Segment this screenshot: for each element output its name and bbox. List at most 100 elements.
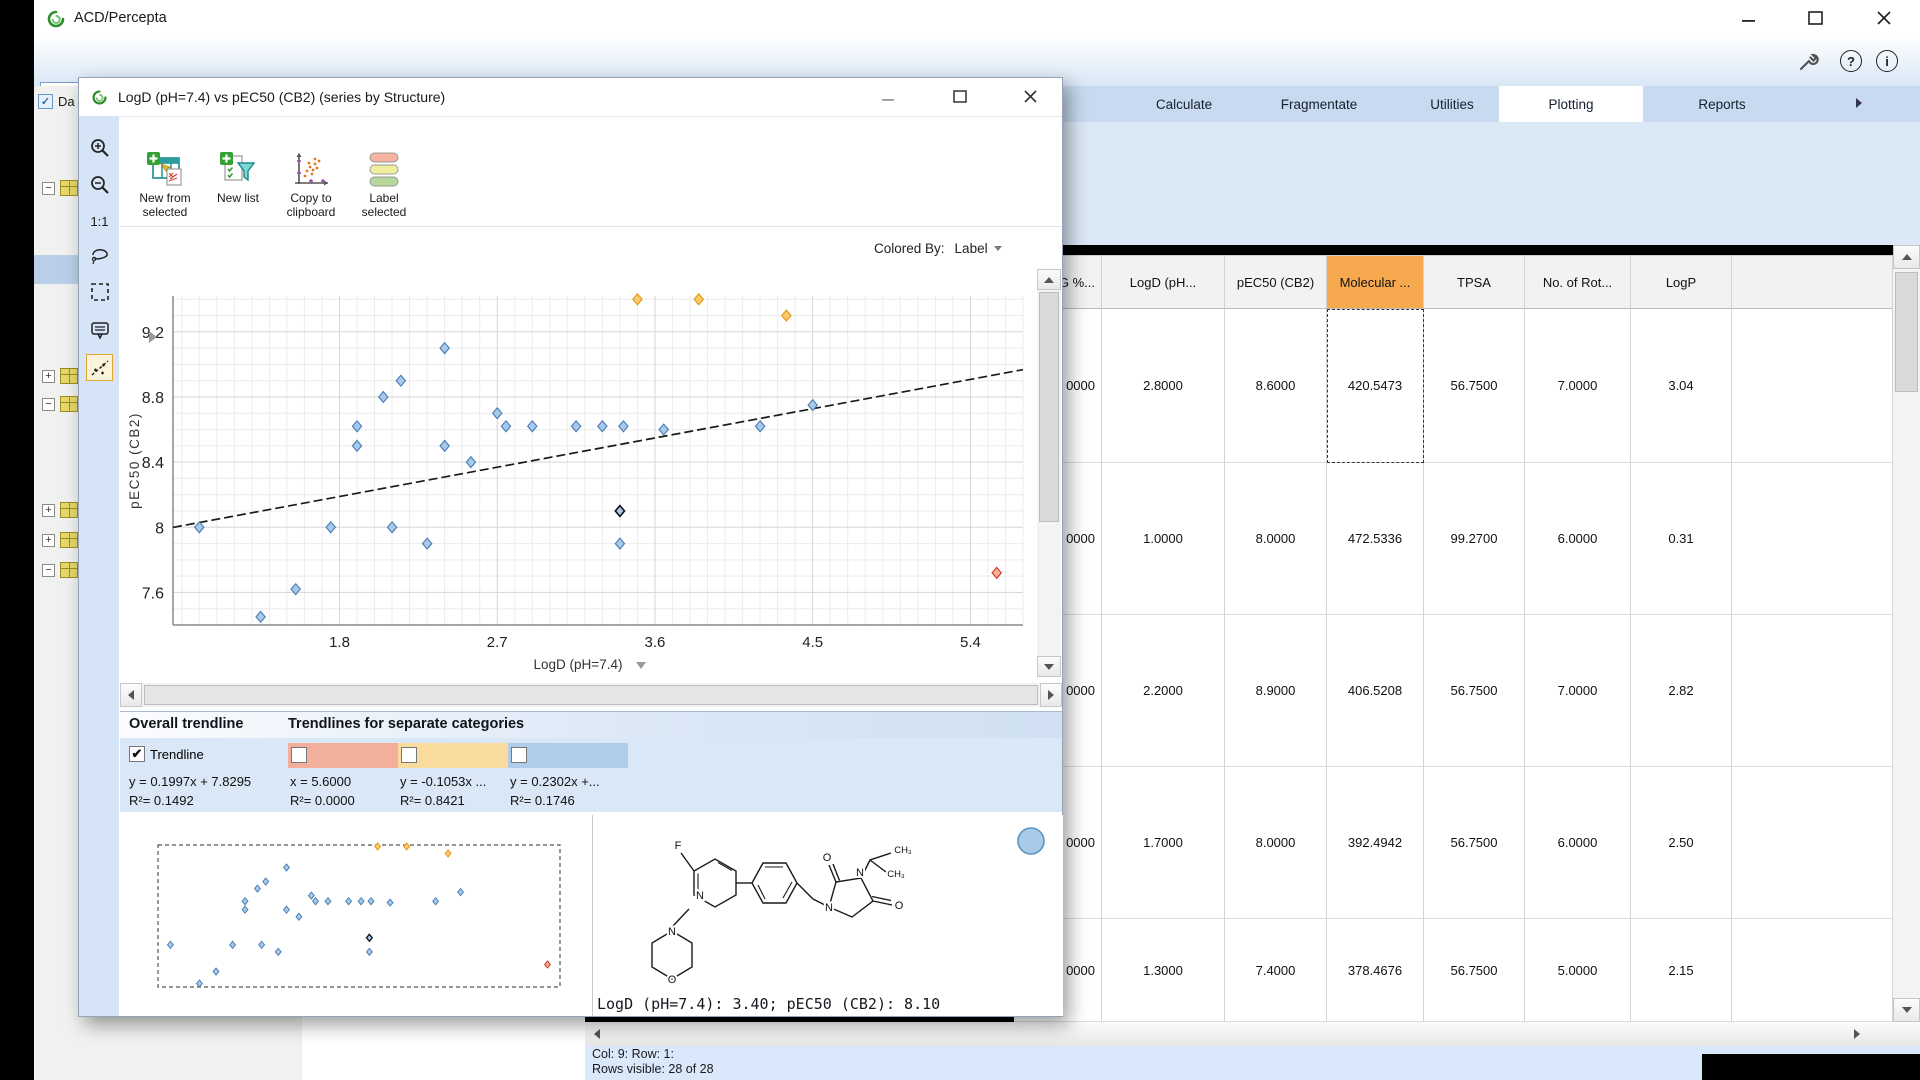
- data-point-blue[interactable]: [352, 440, 361, 451]
- data-point-blue[interactable]: [326, 522, 335, 533]
- table-cell[interactable]: 3.04: [1631, 309, 1732, 463]
- label-comment-icon[interactable]: [86, 316, 113, 343]
- table-cell[interactable]: 56.7500: [1424, 309, 1525, 463]
- table-cell[interactable]: 378.4676: [1327, 919, 1424, 1022]
- table-hscrollbar[interactable]: [585, 1022, 1920, 1046]
- chart-scroll-left-icon[interactable]: [120, 683, 142, 707]
- data-point-orange[interactable]: [694, 294, 703, 305]
- category-checkbox[interactable]: [401, 747, 417, 763]
- scatter-chart[interactable]: 7.688.48.89.21.82.73.64.55.4pEC50 (CB2)L…: [119, 231, 1039, 681]
- tab-overflow-icon[interactable]: [1856, 98, 1862, 108]
- data-point-blue[interactable]: [440, 440, 449, 451]
- settings-wrench-icon[interactable]: [1796, 50, 1820, 74]
- tree-expander[interactable]: +: [42, 534, 55, 547]
- trendline[interactable]: [173, 370, 1023, 528]
- trendline-checkbox[interactable]: ✔: [129, 746, 145, 762]
- data-point-blue[interactable]: [440, 343, 449, 354]
- tab-reports[interactable]: Reports: [1633, 86, 1811, 122]
- copy-to-clipboard-button[interactable]: Copy to clipboard: [274, 151, 348, 219]
- column-header[interactable]: TPSA: [1424, 255, 1525, 309]
- zoom-in-icon[interactable]: [86, 134, 113, 161]
- vscroll-thumb[interactable]: [1895, 272, 1918, 392]
- data-point-blue[interactable]: [396, 375, 405, 386]
- sidebar-data-checkbox[interactable]: ✓: [38, 94, 53, 109]
- chart-hscroll-thumb[interactable]: [144, 685, 1038, 705]
- tree-expander[interactable]: −: [42, 398, 55, 411]
- chart-scroll-down-icon[interactable]: [1037, 656, 1061, 677]
- column-header-empty[interactable]: [1732, 255, 1893, 309]
- category-checkbox[interactable]: [291, 747, 307, 763]
- data-point-blue[interactable]: [379, 392, 388, 403]
- overall-trendline-toggle[interactable]: ✔ Trendline: [129, 746, 204, 762]
- table-cell[interactable]: 2.15: [1631, 919, 1732, 1022]
- data-point-blue[interactable]: [615, 538, 624, 549]
- chart-hscrollbar[interactable]: [120, 683, 1062, 707]
- maximize-button[interactable]: [1806, 8, 1826, 28]
- table-cell[interactable]: 1.7000: [1102, 767, 1225, 919]
- tree-item-icon[interactable]: [60, 180, 78, 196]
- column-header[interactable]: No. of Rot...: [1525, 255, 1631, 309]
- zoom-1to1-button[interactable]: 1:1: [86, 208, 113, 235]
- table-cell[interactable]: 56.7500: [1424, 919, 1525, 1022]
- tree-item-icon[interactable]: [60, 562, 78, 578]
- minimize-button[interactable]: [1739, 9, 1759, 29]
- table-cell[interactable]: 6.0000: [1525, 463, 1631, 615]
- table-cell[interactable]: [1732, 767, 1893, 919]
- scroll-down-icon[interactable]: [1893, 998, 1920, 1022]
- data-point-blue[interactable]: [493, 408, 502, 419]
- selected-data-point[interactable]: [615, 506, 624, 517]
- table-cell[interactable]: [1732, 615, 1893, 767]
- data-point-blue[interactable]: [423, 538, 432, 549]
- new-from-selected-button[interactable]: New from selected: [128, 151, 202, 219]
- table-cell[interactable]: 7.0000: [1525, 615, 1631, 767]
- table-cell[interactable]: 8.6000: [1225, 309, 1327, 463]
- table-cell[interactable]: 2.2000: [1102, 615, 1225, 767]
- table-cell[interactable]: 7.0000: [1525, 309, 1631, 463]
- dialog-close-icon[interactable]: [1021, 87, 1041, 107]
- help-icon[interactable]: ?: [1840, 50, 1862, 72]
- chart-scroll-up-icon[interactable]: [1037, 269, 1061, 290]
- table-cell[interactable]: 8.0000: [1225, 767, 1327, 919]
- overview-minimap[interactable]: [120, 815, 592, 1016]
- data-point-blue[interactable]: [291, 584, 300, 595]
- lasso-select-icon[interactable]: [86, 242, 113, 269]
- y-axis-label[interactable]: pEC50 (CB2): [127, 412, 142, 509]
- column-header[interactable]: pEC50 (CB2): [1225, 255, 1327, 309]
- scroll-up-icon[interactable]: [1893, 245, 1920, 269]
- category-checkbox[interactable]: [511, 747, 527, 763]
- chart-scroll-right-icon[interactable]: [1040, 683, 1062, 707]
- chart-vscroll-thumb[interactable]: [1039, 292, 1059, 522]
- table-cell[interactable]: 8.9000: [1225, 615, 1327, 767]
- column-header[interactable]: LogP: [1631, 255, 1732, 309]
- series-color-badge[interactable]: [1018, 828, 1044, 854]
- data-point-blue[interactable]: [195, 522, 204, 533]
- data-point-orange[interactable]: [633, 294, 642, 305]
- tree-item-icon[interactable]: [60, 396, 78, 412]
- new-list-button[interactable]: New list: [201, 151, 275, 206]
- table-cell[interactable]: 56.7500: [1424, 615, 1525, 767]
- table-cell[interactable]: 5.0000: [1525, 919, 1631, 1022]
- tab-utilities[interactable]: Utilities: [1363, 86, 1541, 122]
- tree-item-icon[interactable]: [60, 532, 78, 548]
- info-icon[interactable]: i: [1876, 50, 1898, 72]
- trendline-tool-icon[interactable]: [86, 354, 113, 381]
- chart-vscrollbar[interactable]: [1037, 269, 1061, 677]
- table-cell[interactable]: [1732, 309, 1893, 463]
- scroll-left-icon[interactable]: [587, 1024, 607, 1044]
- close-button[interactable]: [1874, 8, 1894, 28]
- tree-item-icon[interactable]: [60, 368, 78, 384]
- table-cell[interactable]: [1732, 463, 1893, 615]
- table-cell[interactable]: 2.8000: [1102, 309, 1225, 463]
- minimap-view-rectangle[interactable]: [158, 845, 560, 987]
- marquee-select-icon[interactable]: [86, 278, 113, 305]
- data-point-blue[interactable]: [466, 457, 475, 468]
- table-cell[interactable]: 472.5336: [1327, 463, 1424, 615]
- table-cell[interactable]: 99.2700: [1424, 463, 1525, 615]
- dialog-maximize-icon[interactable]: [951, 87, 971, 107]
- table-cell[interactable]: 1.3000: [1102, 919, 1225, 1022]
- data-point-red[interactable]: [992, 567, 1001, 578]
- table-cell[interactable]: [1732, 919, 1893, 1022]
- tree-expander[interactable]: +: [42, 504, 55, 517]
- column-header[interactable]: Molecular ...: [1327, 255, 1424, 309]
- data-point-orange[interactable]: [782, 310, 791, 321]
